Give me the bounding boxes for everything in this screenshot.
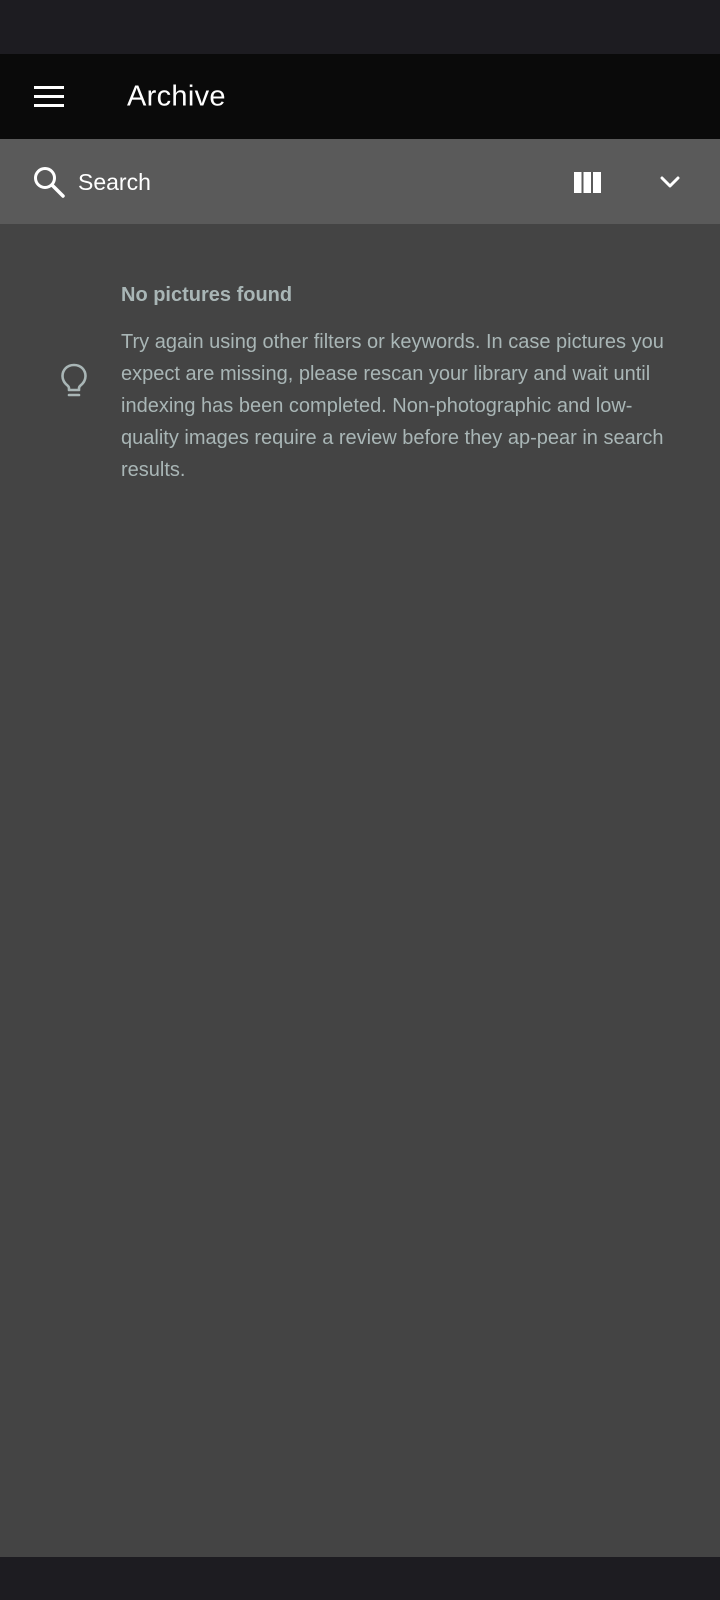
empty-state-message: Try again using other filters or keyword… [121, 331, 664, 481]
search-icon[interactable] [32, 165, 66, 199]
view-column-icon [573, 171, 601, 193]
view-toggle-button[interactable] [562, 160, 612, 204]
lightbulb-icon [61, 363, 87, 397]
app-bar: Archive [0, 54, 720, 139]
menu-icon [34, 85, 64, 107]
search-input[interactable] [78, 159, 518, 205]
menu-button[interactable] [20, 68, 78, 126]
search-bar [0, 139, 720, 224]
chevron-down-icon [660, 176, 680, 187]
navigation-bar [0, 1557, 720, 1600]
page-title: Archive [127, 80, 226, 112]
expand-filters-button[interactable] [645, 160, 695, 204]
empty-state-title: No pictures found [121, 284, 293, 306]
status-bar [0, 0, 720, 54]
main-content: No pictures found Try again using other … [0, 224, 720, 1557]
